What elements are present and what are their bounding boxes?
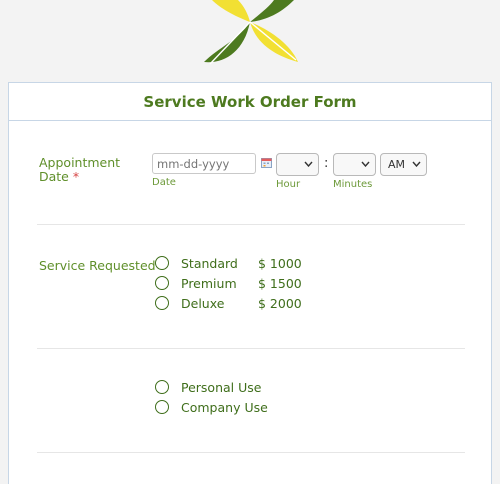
appointment-label-line2: Date — [39, 169, 69, 184]
minutes-select[interactable] — [333, 153, 376, 176]
chevron-down-icon — [412, 161, 421, 167]
form-title: Service Work Order Form — [9, 83, 491, 121]
radio-button[interactable] — [155, 296, 169, 310]
option-price: $ 1000 — [258, 255, 302, 271]
option-label: Premium — [181, 275, 237, 291]
option-label: Standard — [181, 255, 238, 271]
radio-button[interactable] — [155, 256, 169, 270]
section-divider — [37, 348, 465, 349]
hour-sublabel: Hour — [276, 179, 301, 190]
appointment-date-label: Appointment Date * — [39, 156, 120, 184]
service-requested-label: Service Requested — [39, 258, 156, 273]
option-label: Personal Use — [181, 379, 262, 395]
radio-button[interactable] — [155, 380, 169, 394]
radio-button[interactable] — [155, 400, 169, 414]
minutes-sublabel: Minutes — [333, 179, 373, 190]
option-label: Deluxe — [181, 295, 225, 311]
option-price: $ 1500 — [258, 275, 302, 291]
radio-option-premium[interactable]: Premium $ 1500 — [155, 274, 302, 292]
brand-logo — [204, 0, 298, 65]
radio-option-deluxe[interactable]: Deluxe $ 2000 — [155, 294, 302, 312]
ampm-value: AM — [388, 158, 406, 171]
radio-option-standard[interactable]: Standard $ 1000 — [155, 254, 302, 272]
radio-button[interactable] — [155, 276, 169, 290]
time-separator: : — [324, 156, 329, 171]
date-sublabel: Date — [152, 177, 176, 188]
calendar-icon[interactable] — [261, 157, 272, 168]
required-asterisk: * — [72, 169, 80, 184]
chevron-down-icon — [361, 161, 370, 167]
ampm-select[interactable]: AM — [380, 153, 427, 176]
option-price: $ 2000 — [258, 295, 302, 311]
radio-option-company-use[interactable]: Company Use — [155, 398, 268, 416]
section-divider — [37, 452, 465, 453]
chevron-down-icon — [304, 161, 313, 167]
hour-select[interactable] — [276, 153, 319, 176]
date-input[interactable] — [152, 153, 256, 174]
appointment-label-line1: Appointment — [39, 155, 121, 170]
form-card: Service Work Order Form Appointment Date… — [8, 82, 492, 484]
option-label: Company Use — [181, 399, 268, 415]
radio-option-personal-use[interactable]: Personal Use — [155, 378, 261, 396]
section-divider — [37, 224, 465, 225]
